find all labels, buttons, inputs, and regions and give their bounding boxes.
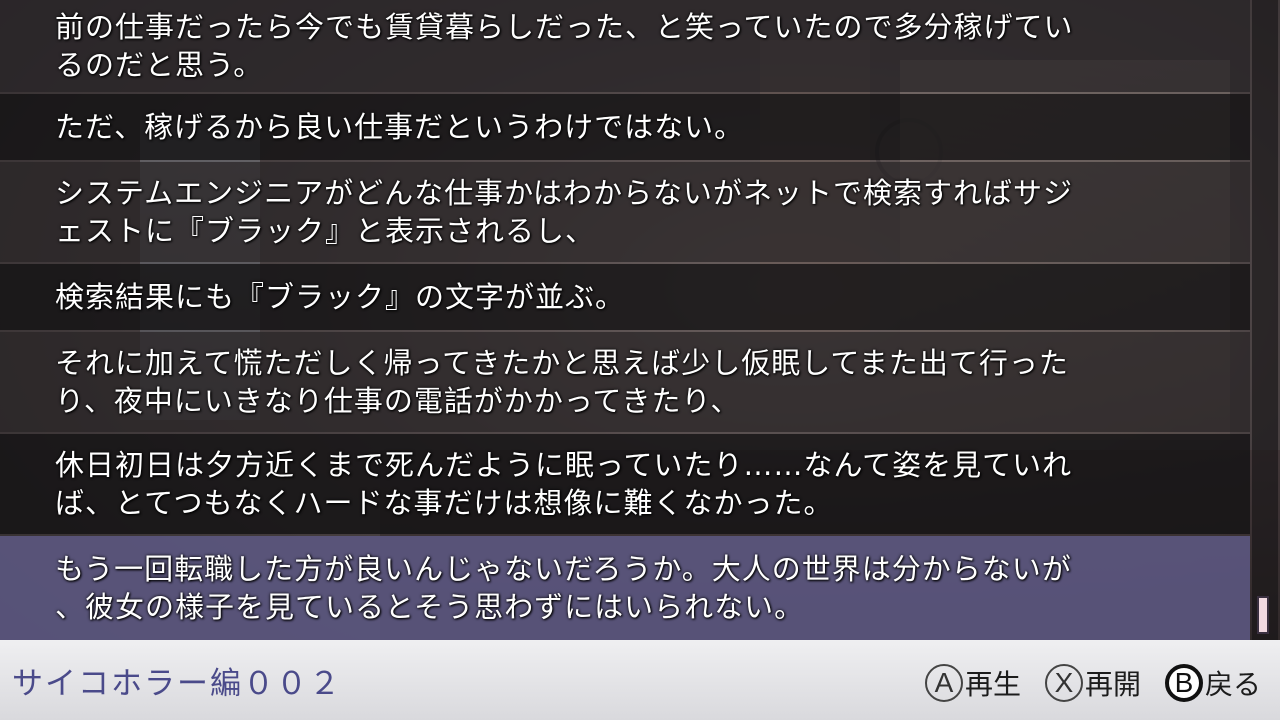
- backlog-text-line: それに加えて慌ただしく帰ってきたかと思えば少し仮眠してまた出て行った: [55, 346, 1069, 380]
- backlog-text-line: ェストに『ブラック』と表示されるし、: [55, 214, 596, 248]
- scrollbar-track[interactable]: [1252, 0, 1278, 640]
- backlog-entry[interactable]: それに加えて慌ただしく帰ってきたかと思えば少し仮眠してまた出て行った り、夜中に…: [0, 332, 1250, 432]
- backlog-text-line: ば、とてつもなくハードな事だけは想像に難くなかった。: [55, 486, 834, 520]
- back-label: 戻る: [1205, 668, 1262, 701]
- resume-label: 再開: [1085, 668, 1142, 701]
- backlog-text-line: 前の仕事だったら今でも賃貸暮らしだった、と笑っていたので多分稼げてい: [55, 10, 1074, 44]
- a-button-icon: A: [925, 664, 963, 702]
- backlog-text-line: 、彼女の様子を見ているとそう思わずにはいられない。: [55, 590, 805, 624]
- b-button-icon: B: [1165, 664, 1203, 702]
- chapter-title: サイコホラー編００２: [12, 666, 342, 702]
- back-button[interactable]: B 戻る: [1165, 661, 1261, 705]
- backlog-text-line: 検索結果にも『ブラック』の文字が並ぶ。: [55, 280, 626, 314]
- backlog-text-line: システムエンジニアがどんな仕事かはわからないがネットで検索すればサジ: [55, 176, 1073, 210]
- b-button-key: B: [1169, 667, 1199, 698]
- scrollbar-thumb[interactable]: [1257, 596, 1269, 634]
- x-button-icon: X: [1045, 664, 1083, 702]
- backlog-entry[interactable]: ただ、稼げるから良い仕事だというわけではない。: [0, 94, 1250, 160]
- backlog-screen: 前の仕事だったら今でも賃貸暮らしだった、と笑っていたので多分稼げてい るのだと思…: [0, 0, 1280, 720]
- backlog-list: 前の仕事だったら今でも賃貸暮らしだった、と笑っていたので多分稼げてい るのだと思…: [0, 0, 1280, 640]
- backlog-text-line: ただ、稼げるから良い仕事だというわけではない。: [55, 110, 745, 144]
- resume-button[interactable]: X 再開: [1045, 661, 1141, 705]
- backlog-entry[interactable]: 検索結果にも『ブラック』の文字が並ぶ。: [0, 264, 1250, 330]
- backlog-text-line: 休日初日は夕方近くまで死んだように眠っていたり……なんて姿を見ていれ: [55, 448, 1073, 482]
- backlog-entry[interactable]: 休日初日は夕方近くまで死んだように眠っていたり……なんて姿を見ていれ ば、とてつ…: [0, 434, 1250, 534]
- backlog-text-line: るのだと思う。: [55, 48, 264, 82]
- play-voice-label: 再生: [965, 668, 1022, 701]
- backlog-entry-selected[interactable]: もう一回転職した方が良いんじゃないだろうか。大人の世界は分からないが 、彼女の様…: [0, 536, 1250, 640]
- play-voice-button[interactable]: A 再生: [925, 661, 1021, 705]
- backlog-text-line: もう一回転職した方が良いんじゃないだろうか。大人の世界は分からないが: [55, 552, 1072, 586]
- backlog-entry[interactable]: 前の仕事だったら今でも賃貸暮らしだった、と笑っていたので多分稼げてい るのだと思…: [0, 0, 1250, 92]
- backlog-text-line: り、夜中にいきなり仕事の電話がかかってきたり、: [55, 384, 741, 418]
- backlog-entry[interactable]: システムエンジニアがどんな仕事かはわからないがネットで検索すればサジ ェストに『…: [0, 162, 1250, 262]
